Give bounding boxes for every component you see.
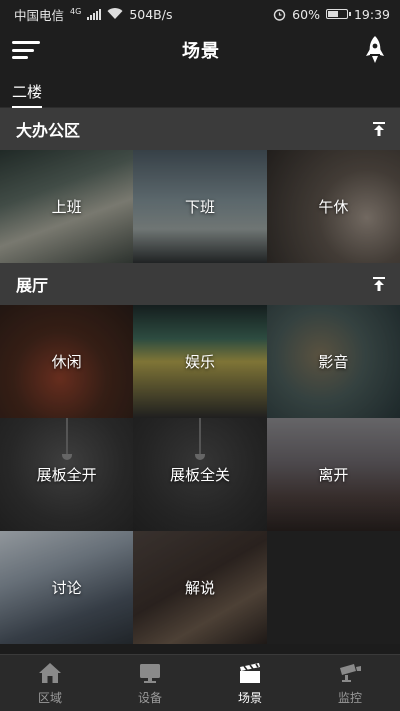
scene-tile-discussion[interactable]: 讨论 (0, 531, 134, 644)
section-header-big-office[interactable]: 大办公区 (0, 108, 400, 150)
clock: 19:39 (353, 6, 390, 22)
scene-label: 解说 (184, 579, 215, 597)
scene-label: 影音 (318, 353, 349, 371)
collapse-up-icon[interactable] (372, 276, 386, 292)
nav-item-devices[interactable]: 设备 (100, 655, 200, 711)
section-title: 展厅 (16, 276, 49, 295)
monitor-icon (140, 664, 160, 683)
scene-label: 休闲 (51, 353, 82, 371)
rocket-icon[interactable] (362, 35, 388, 65)
bottom-nav: 区域 设备 场景 监控 (0, 654, 400, 711)
scene-label: 午休 (318, 198, 349, 216)
nav-label: 场景 (237, 691, 262, 705)
nav-label: 监控 (337, 691, 362, 705)
section-header-showroom[interactable]: 展厅 (0, 263, 400, 305)
scene-tile-off-work[interactable]: 下班 (133, 150, 267, 263)
scene-tile-leave[interactable]: 离开 (266, 418, 400, 531)
network-type: 4G (70, 6, 82, 16)
alarm-icon (273, 8, 286, 21)
nav-item-monitoring[interactable]: 监控 (300, 655, 400, 711)
scene-label: 展板全关 (169, 466, 230, 484)
nav-label: 区域 (37, 691, 62, 705)
scene-tile-audio-video[interactable]: 影音 (266, 305, 400, 418)
scene-tile-entertainment[interactable]: 娱乐 (133, 305, 267, 418)
floor-tabs: 二楼 (0, 72, 400, 108)
section-title: 大办公区 (16, 121, 81, 140)
collapse-up-icon[interactable] (372, 121, 386, 137)
page-title: 场景 (182, 41, 220, 62)
wifi-icon (107, 8, 123, 19)
tab-floor-2[interactable]: 二楼 (12, 81, 43, 108)
camera-icon (340, 664, 361, 682)
carrier-name: 中国电信 (14, 7, 65, 23)
app-header: 场景 (0, 28, 400, 72)
scene-label: 展板全开 (36, 466, 97, 484)
battery-icon (325, 9, 351, 19)
clapperboard-icon (240, 663, 260, 683)
scene-list[interactable]: 大办公区 上班 下班 午休 展厅 休闲 娱乐 影音 展板全开 展板全关 离开 讨… (0, 108, 400, 654)
scene-tile-panels-all-off[interactable]: 展板全关 (133, 418, 267, 531)
menu-icon[interactable] (12, 39, 40, 61)
network-speed: 504B/s (129, 6, 173, 22)
empty-tile (266, 531, 400, 644)
nav-item-scenes[interactable]: 场景 (200, 655, 300, 711)
scene-tile-go-to-work[interactable]: 上班 (0, 150, 134, 263)
battery-percent: 60% (292, 6, 320, 22)
scene-label: 离开 (318, 466, 349, 484)
scene-tile-leisure[interactable]: 休闲 (0, 305, 134, 418)
nav-item-area[interactable]: 区域 (0, 655, 100, 711)
scene-label: 下班 (184, 198, 215, 216)
scene-tile-panels-all-on[interactable]: 展板全开 (0, 418, 134, 531)
signal-icon (87, 8, 102, 20)
scene-label: 讨论 (51, 579, 82, 597)
scene-tile-lunch-break[interactable]: 午休 (266, 150, 400, 263)
scene-label: 娱乐 (184, 353, 215, 371)
nav-label: 设备 (137, 691, 162, 705)
scene-label: 上班 (51, 198, 82, 216)
status-bar: 中国电信 4G 504B/s 60% 19:39 (0, 0, 400, 28)
lamp-icon (194, 418, 205, 460)
home-icon (39, 663, 61, 683)
scene-grid-big-office: 上班 下班 午休 (0, 150, 400, 263)
lamp-icon (61, 418, 72, 460)
scene-tile-explanation[interactable]: 解说 (133, 531, 267, 644)
scene-grid-showroom: 休闲 娱乐 影音 展板全开 展板全关 离开 讨论 解说 (0, 305, 400, 644)
